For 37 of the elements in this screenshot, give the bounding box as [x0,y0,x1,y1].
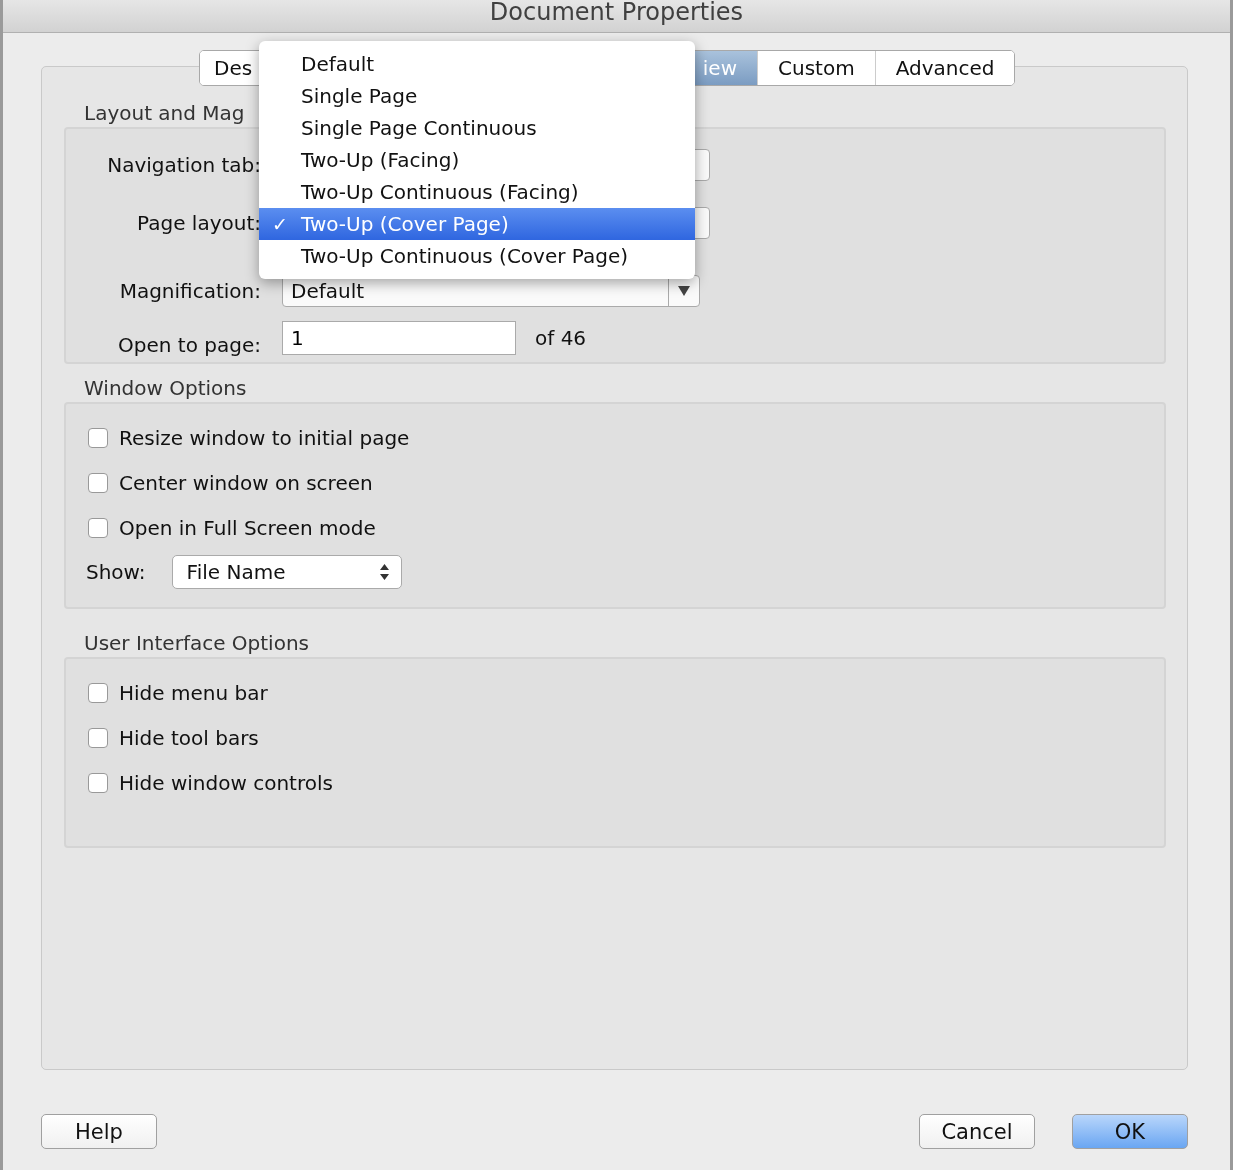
menu-item[interactable]: Two-Up Continuous (Cover Page) [259,240,695,272]
menu-item[interactable]: Single Page Continuous [259,112,695,144]
up-down-arrows-icon [379,564,389,580]
section-title: Window Options [84,376,247,400]
dialog-button[interactable]: Help [41,1114,157,1149]
menu-item[interactable]: Two-Up Continuous (Facing) [259,176,695,208]
field-label: Page layout: [136,211,261,235]
menu-item[interactable]: Two-Up (Facing) [259,144,695,176]
section-title: Layout and Mag [84,101,245,125]
checkbox[interactable] [88,518,108,538]
default-button[interactable]: OK [1072,1114,1188,1149]
popup-button[interactable]: File Name [171,555,402,589]
page-count: of 46 [535,326,587,350]
section-title: User Interface Options [84,631,309,655]
checkbox[interactable] [88,728,108,748]
checkbox-label: Open in Full Screen mode [119,516,376,540]
checkbox[interactable] [88,683,108,703]
dropdown-arrow-icon [678,286,690,296]
page-number-field[interactable]: 1 [282,321,516,355]
field-label: Navigation tab: [106,153,261,177]
checkbox-label: Resize window to initial page [119,426,410,450]
field-label: Open to page: [117,333,261,357]
tab[interactable]: Advanced [874,51,1015,85]
checkbox[interactable] [88,428,108,448]
checkbox[interactable] [88,773,108,793]
checkbox-label: Hide menu bar [119,681,268,705]
checkbox-label: Center window on screen [119,471,373,495]
checkbox[interactable] [88,473,108,493]
field-label: Show: [86,560,146,584]
menu-item[interactable]: ✓ Two-Up (Cover Page) [259,208,695,240]
window-title: Document Properties [489,0,744,26]
menu-item[interactable]: Single Page [259,80,695,112]
dialog-button[interactable]: Cancel [919,1114,1035,1149]
menu-item[interactable]: Default [259,48,695,80]
field-label: Magnification: [118,279,261,303]
checkbox-label: Hide tool bars [119,726,259,750]
checkbox-label: Hide window controls [119,771,333,795]
